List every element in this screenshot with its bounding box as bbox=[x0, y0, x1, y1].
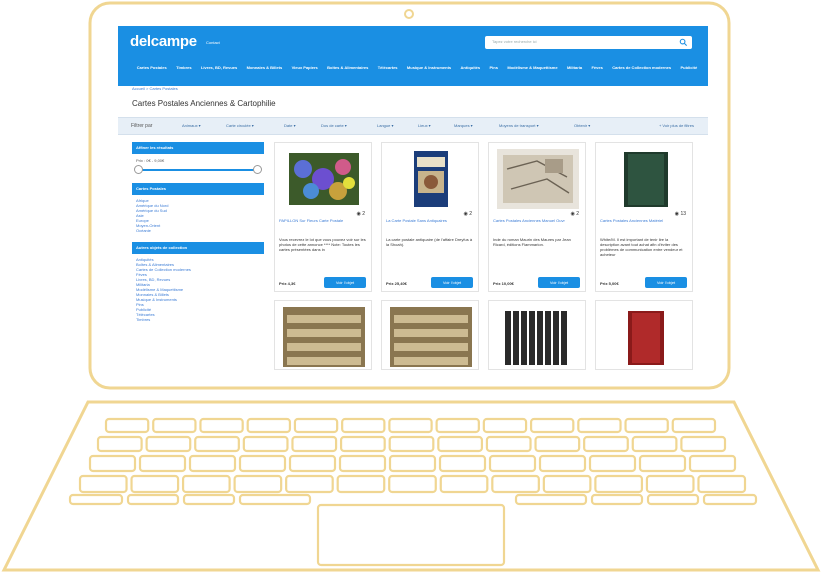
product-price: Prix 5,00€ bbox=[600, 281, 619, 286]
nav-item[interactable]: Timbres bbox=[171, 65, 196, 70]
slider-track bbox=[138, 169, 258, 171]
slider-max-handle[interactable] bbox=[253, 165, 262, 174]
product-card[interactable]: ◉ 2 Cartes Postales Anciennes Manuel Ouvr… bbox=[488, 142, 586, 292]
other-collections-list: Antiquités Boîtes & Alimentaires Cartes de… bbox=[132, 254, 264, 325]
product-card[interactable]: ◉ 2 PAPILLON Sur Fleurs Carte Postale Vous… bbox=[274, 142, 372, 292]
product-price: Prix 4,3€ bbox=[279, 281, 296, 286]
price-slider[interactable] bbox=[132, 163, 264, 177]
camera-icon: ◉ bbox=[570, 211, 575, 217]
product-image[interactable] bbox=[283, 307, 365, 367]
filter-dropdown[interactable]: Carte circulée bbox=[226, 123, 254, 128]
camera-icon: ◉ bbox=[674, 211, 680, 217]
view-item-button[interactable]: Voir l'objet bbox=[538, 277, 580, 288]
search-icon[interactable] bbox=[679, 38, 688, 47]
logo-subtitle: Contact bbox=[206, 40, 220, 45]
view-item-button[interactable]: Voir l'objet bbox=[431, 277, 473, 288]
nav-item[interactable]: Livres, BD, Revues bbox=[196, 65, 242, 70]
product-title[interactable]: Cartes Postales Anciennes Manuel Ouvr bbox=[493, 218, 581, 223]
product-description: Inde du roman Maurin des Maures par Jean… bbox=[493, 237, 571, 247]
product-image[interactable] bbox=[283, 149, 365, 209]
filter-dropdown[interactable]: Lieux bbox=[418, 123, 431, 128]
photo-count-value: 2 bbox=[576, 211, 579, 217]
filter-dropdown[interactable]: Langue bbox=[377, 123, 393, 128]
product-image[interactable] bbox=[604, 307, 686, 367]
photo-count: ◉ 2 bbox=[356, 211, 365, 217]
search-input[interactable]: Tapez votre recherche ici bbox=[485, 36, 692, 49]
nav-item[interactable]: Télécartes bbox=[373, 65, 402, 70]
postcards-heading: Cartes Postales bbox=[132, 183, 264, 195]
filter-dropdown[interactable]: Animaux bbox=[182, 123, 201, 128]
nav-item[interactable]: Cartes de Collection modernes bbox=[608, 65, 676, 70]
product-description: White/M. Il est important de tenir lire … bbox=[600, 237, 683, 257]
product-description: La carte postale antiquaire (de l'affair… bbox=[386, 237, 473, 247]
breadcrumb[interactable]: Accueil > Cartes Postales bbox=[132, 86, 178, 91]
product-image[interactable] bbox=[390, 149, 472, 209]
photo-count-value: 2 bbox=[362, 211, 365, 217]
filter-dropdown[interactable]: Date bbox=[284, 123, 296, 128]
nav-item[interactable]: Musique & Instruments bbox=[402, 65, 456, 70]
product-card[interactable] bbox=[274, 300, 372, 370]
product-card[interactable]: ◉ 13 Cartes Postales Anciennes Matériel Wh… bbox=[595, 142, 693, 292]
nav-item[interactable]: Modélisme & Maquettisme bbox=[503, 65, 563, 70]
photo-count: ◉ 2 bbox=[570, 211, 579, 217]
product-image[interactable] bbox=[497, 307, 579, 367]
sidebar: Affiner les résultats Prix : 0€ - 9,00€ … bbox=[132, 142, 264, 325]
product-card[interactable]: ◉ 2 La Carte Postale Sans Antiquaires La c… bbox=[381, 142, 479, 292]
product-image[interactable] bbox=[604, 149, 686, 209]
category-nav: Cartes Postales Timbres Livres, BD, Revues… bbox=[132, 54, 702, 80]
filter-dropdown[interactable]: Marques bbox=[454, 123, 473, 128]
photo-count-value: 13 bbox=[680, 211, 686, 217]
filter-bar: Filtrer par + Voir plus de filtres Anima… bbox=[118, 117, 708, 135]
camera-icon: ◉ bbox=[356, 211, 361, 217]
refine-heading: Affiner les résultats bbox=[132, 142, 264, 154]
filter-label: Filtrer par bbox=[131, 123, 153, 129]
product-card[interactable] bbox=[595, 300, 693, 370]
product-title[interactable]: PAPILLON Sur Fleurs Carte Postale bbox=[279, 218, 367, 223]
nav-item[interactable]: Publicité bbox=[676, 65, 702, 70]
filter-dropdown[interactable]: Moyens de transport bbox=[499, 123, 539, 128]
product-card[interactable] bbox=[488, 300, 586, 370]
product-price: Prix 10,00€ bbox=[493, 281, 514, 286]
product-title[interactable]: La Carte Postale Sans Antiquaires bbox=[386, 218, 474, 223]
nav-item[interactable]: Boîtes & Alimentaires bbox=[322, 65, 373, 70]
other-collections-heading: Autres objets de collection bbox=[132, 242, 264, 254]
nav-item[interactable]: Pins bbox=[485, 65, 503, 70]
slider-min-handle[interactable] bbox=[134, 165, 143, 174]
nav-item[interactable]: Fèves bbox=[587, 65, 608, 70]
sidebar-link[interactable]: Timbres bbox=[136, 317, 260, 322]
photo-count: ◉ 13 bbox=[675, 211, 686, 217]
product-description: Vous recevrez le lot que vous pouvez voi… bbox=[279, 237, 366, 252]
page-title: Cartes Postales Anciennes & Cartophilie bbox=[132, 99, 276, 108]
nav-item[interactable]: Cartes Postales bbox=[132, 65, 171, 70]
camera-icon: ◉ bbox=[463, 211, 468, 217]
postcards-list: Afrique Amérique du Nord Amérique du Sud As… bbox=[132, 195, 264, 236]
photo-count-value: 2 bbox=[469, 211, 472, 217]
product-image[interactable] bbox=[390, 307, 472, 367]
view-item-button[interactable]: Voir l'objet bbox=[324, 277, 366, 288]
site-header: delcampe Contact Tapez votre recherche i… bbox=[118, 26, 708, 86]
product-image[interactable] bbox=[497, 149, 579, 209]
view-item-button[interactable]: Voir l'objet bbox=[645, 277, 687, 288]
search-placeholder: Tapez votre recherche ici bbox=[492, 39, 537, 44]
nav-item[interactable]: Vieux Papiers bbox=[287, 65, 323, 70]
browser-screen: delcampe Contact Tapez votre recherche i… bbox=[118, 26, 708, 370]
filter-dropdown[interactable]: Obtenir bbox=[574, 123, 590, 128]
product-title[interactable]: Cartes Postales Anciennes Matériel bbox=[600, 218, 688, 223]
product-price: Prix 25,40€ bbox=[386, 281, 407, 286]
photo-count: ◉ 2 bbox=[463, 211, 472, 217]
product-card[interactable] bbox=[381, 300, 479, 370]
sidebar-link[interactable]: Océanie bbox=[136, 228, 260, 233]
filter-dropdown[interactable]: Dos de carte bbox=[321, 123, 347, 128]
nav-item[interactable]: Antiquités bbox=[456, 65, 485, 70]
nav-item[interactable]: Militaria bbox=[562, 65, 587, 70]
nav-item[interactable]: Monnaies & Billets bbox=[242, 65, 287, 70]
more-filters-link[interactable]: + Voir plus de filtres bbox=[659, 123, 694, 128]
delcampe-logo[interactable]: delcampe bbox=[130, 33, 197, 50]
